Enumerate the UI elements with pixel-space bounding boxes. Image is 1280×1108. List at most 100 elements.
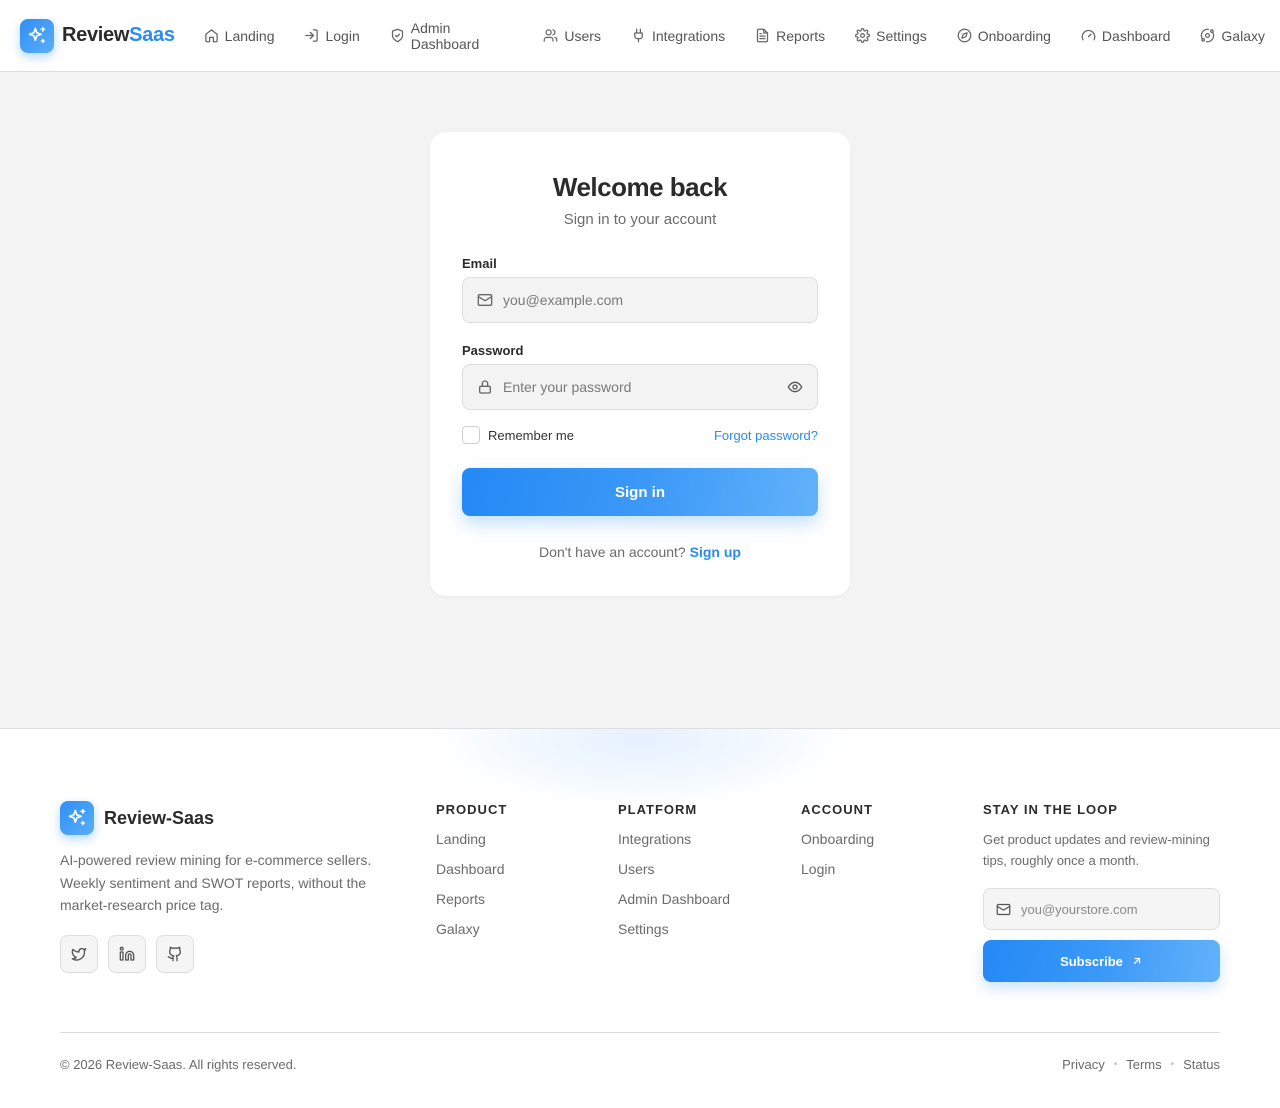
- sparkles-icon: [20, 18, 54, 53]
- linkedin-icon: [119, 946, 135, 962]
- newsletter-heading: STAY IN THE LOOP: [983, 802, 1118, 817]
- footer-column-heading: PRODUCT: [436, 802, 508, 817]
- decorative-glow: [430, 729, 850, 809]
- remember-me[interactable]: Remember me: [462, 426, 574, 444]
- terms-link[interactable]: Terms: [1126, 1057, 1161, 1072]
- footer-column-product: PRODUCT Landing Dashboard Reports Galaxy: [436, 802, 507, 938]
- nav-item-landing[interactable]: Landing: [189, 0, 290, 72]
- nav-item-integrations[interactable]: Integrations: [616, 0, 740, 72]
- login-icon: [304, 28, 319, 43]
- subscribe-button[interactable]: Subscribe: [983, 940, 1220, 982]
- footer-divider: [60, 1032, 1220, 1033]
- sparkles-icon: [60, 801, 94, 835]
- separator-dot: •: [1170, 1059, 1175, 1070]
- brand-name: ReviewSaas: [62, 24, 175, 47]
- social-links: [60, 935, 204, 973]
- footer-column-platform: PLATFORM Integrations Users Admin Dashbo…: [618, 802, 730, 938]
- footer-link-onboarding[interactable]: Onboarding: [801, 830, 874, 848]
- page-title: Welcome back: [552, 172, 728, 202]
- footer-column-heading: ACCOUNT: [801, 802, 873, 817]
- nav-item-users[interactable]: Users: [528, 0, 616, 72]
- email-field[interactable]: [503, 292, 803, 308]
- compass-icon: [957, 28, 972, 43]
- twitter-link[interactable]: [60, 935, 98, 973]
- sign-in-button[interactable]: Sign in: [462, 468, 818, 516]
- github-icon: [167, 946, 183, 962]
- nav-item-label: Landing: [224, 27, 275, 44]
- footer-link-galaxy[interactable]: Galaxy: [436, 920, 507, 938]
- nav-item-label: Integrations: [651, 27, 726, 44]
- lock-icon: [477, 379, 493, 395]
- nav-item-settings[interactable]: Settings: [840, 0, 942, 72]
- home-icon: [204, 28, 219, 43]
- footer-link-login[interactable]: Login: [801, 860, 874, 878]
- email-label: Email: [462, 256, 497, 271]
- password-field-wrapper: [462, 364, 818, 410]
- nav-item-label: Onboarding: [977, 27, 1051, 44]
- nav-item-label: Dashboard: [1101, 27, 1171, 44]
- footer-column-heading: PLATFORM: [618, 802, 698, 817]
- gauge-icon: [1081, 28, 1096, 43]
- nav-item-onboarding[interactable]: Onboarding: [942, 0, 1066, 72]
- sign-up-link[interactable]: Sign up: [690, 544, 741, 560]
- newsletter-email-input[interactable]: [1021, 901, 1207, 917]
- orbit-icon: [1200, 28, 1215, 43]
- nav-item-admin-dashboard[interactable]: Admin Dashboard: [375, 0, 529, 72]
- nav-item-login[interactable]: Login: [289, 0, 374, 72]
- newsletter-input-wrapper: [983, 888, 1220, 930]
- footer-description: AI-powered review mining for e-commerce …: [60, 852, 372, 913]
- nav-item-label: Galaxy: [1221, 27, 1265, 44]
- arrow-up-right-icon: [1131, 955, 1143, 967]
- shield-icon: [390, 28, 405, 43]
- footer-link-dashboard[interactable]: Dashboard: [436, 860, 507, 878]
- signup-prompt: Don't have an account? Sign up: [462, 544, 818, 560]
- gear-icon: [855, 28, 871, 43]
- nav-item-dashboard[interactable]: Dashboard: [1066, 0, 1186, 72]
- linkedin-link[interactable]: [108, 935, 146, 973]
- footer-column-account: ACCOUNT Onboarding Login: [801, 802, 874, 878]
- footer-link-reports[interactable]: Reports: [436, 890, 507, 908]
- nav-item-label: Login: [325, 27, 360, 44]
- signup-prompt-text: Don't have an account?: [539, 544, 686, 560]
- footer-link-integrations[interactable]: Integrations: [618, 830, 730, 848]
- users-icon: [543, 28, 558, 43]
- copyright: © 2026 Review-Saas. All rights reserved.: [60, 1057, 297, 1072]
- page-subtitle: Sign in to your account: [563, 211, 717, 228]
- footer-link-settings[interactable]: Settings: [618, 920, 730, 938]
- login-card: Welcome back Sign in to your account Ema…: [430, 132, 850, 596]
- brand-name-part1: Review: [62, 24, 130, 46]
- remember-me-checkbox[interactable]: [462, 426, 480, 444]
- newsletter: STAY IN THE LOOP Get product updates and…: [983, 802, 1220, 982]
- email-field-wrapper: [462, 277, 818, 323]
- brand-logo[interactable]: ReviewSaas: [20, 18, 175, 53]
- footer-link-users[interactable]: Users: [618, 860, 730, 878]
- nav-item-label: Reports: [776, 27, 826, 44]
- file-text-icon: [755, 28, 770, 43]
- status-link[interactable]: Status: [1183, 1057, 1220, 1072]
- legal-links: Privacy • Terms • Status: [1062, 1057, 1220, 1072]
- site-footer: Review-Saas AI-powered review mining for…: [0, 728, 1280, 1108]
- separator-dot: •: [1113, 1059, 1118, 1070]
- mail-icon: [477, 292, 493, 308]
- github-link[interactable]: [156, 935, 194, 973]
- footer-link-landing[interactable]: Landing: [436, 830, 507, 848]
- nav-item-galaxy[interactable]: Galaxy: [1185, 0, 1280, 72]
- login-options: Remember me Forgot password?: [462, 426, 818, 444]
- nav-item-label: Admin Dashboard: [410, 19, 480, 52]
- footer-link-admin-dashboard[interactable]: Admin Dashboard: [618, 890, 730, 908]
- main-content: Welcome back Sign in to your account Ema…: [0, 72, 1280, 728]
- footer-brand-name: Review-Saas: [104, 807, 215, 828]
- newsletter-description: Get product updates and review-mining ti…: [983, 832, 1210, 868]
- password-label: Password: [462, 343, 524, 358]
- plug-icon: [631, 28, 646, 43]
- subscribe-button-label: Subscribe: [1060, 953, 1123, 969]
- nav-item-label: Settings: [876, 27, 927, 44]
- footer-brand[interactable]: Review-Saas: [60, 801, 214, 835]
- show-password-icon[interactable]: [787, 379, 803, 395]
- mail-icon: [996, 902, 1011, 917]
- nav-menu: Landing Login Admin Dashboard Users Inte…: [189, 0, 1280, 72]
- privacy-link[interactable]: Privacy: [1062, 1057, 1105, 1072]
- nav-item-reports[interactable]: Reports: [740, 0, 840, 72]
- forgot-password-link[interactable]: Forgot password?: [714, 428, 818, 443]
- password-field[interactable]: [503, 379, 787, 395]
